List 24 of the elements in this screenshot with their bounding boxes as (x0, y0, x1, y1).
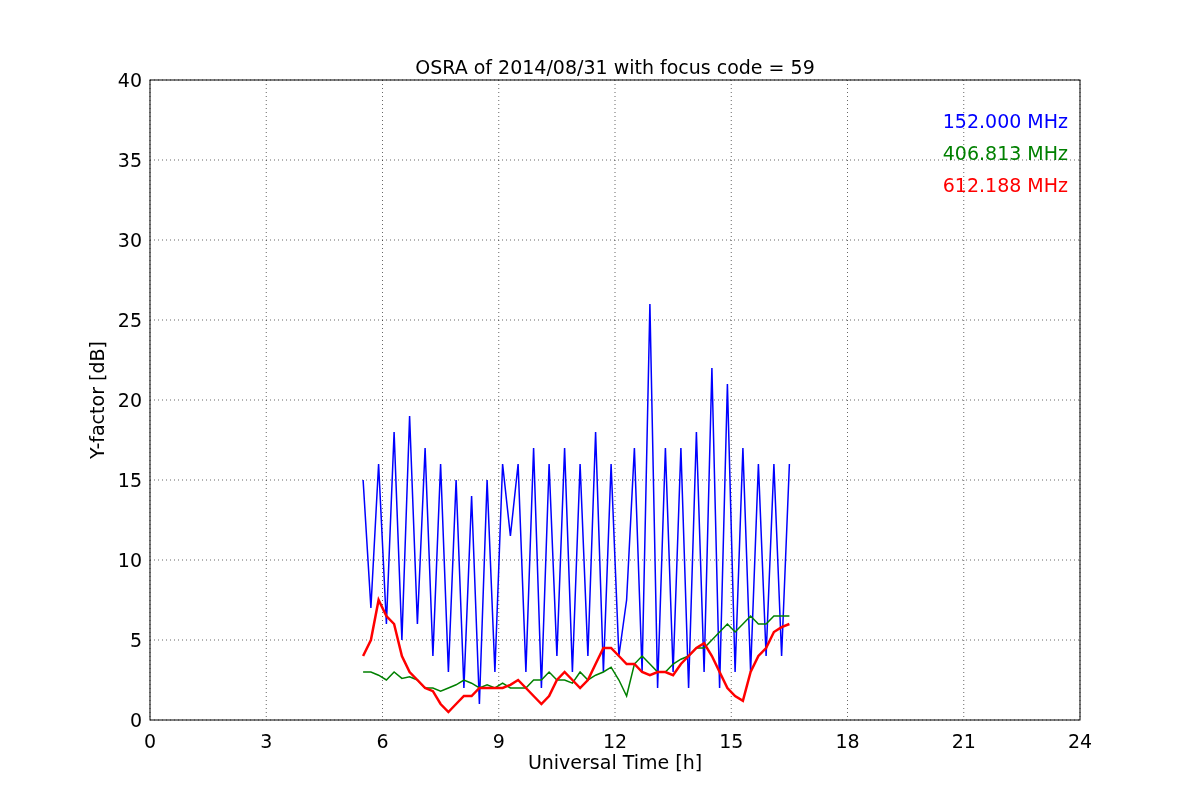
x-tick-label: 0 (143, 730, 157, 752)
legend-label: 612.188 MHz (942, 174, 1068, 196)
y-tick-label: 35 (117, 149, 142, 171)
x-axis-label: Universal Time [h] (527, 751, 703, 773)
legend-label: 406.813 MHz (942, 142, 1068, 164)
y-tick-label: 15 (117, 469, 142, 491)
y-tick-label: 5 (129, 629, 142, 651)
x-tick-label: 21 (951, 730, 976, 752)
x-tick-label: 18 (835, 730, 860, 752)
y-tick-label: 25 (117, 309, 142, 331)
y-tick-label: 0 (129, 709, 142, 731)
chart-title: OSRA of 2014/08/31 with focus code = 59 (415, 56, 815, 78)
legend-label: 152.000 MHz (942, 110, 1068, 132)
x-tick-label: 15 (719, 730, 744, 752)
y-tick-label: 30 (117, 229, 142, 251)
y-tick-label: 10 (117, 549, 142, 571)
y-axis-label: Y-factor [dB] (86, 341, 108, 459)
x-tick-label: 3 (260, 730, 273, 752)
x-tick-label: 6 (376, 730, 389, 752)
y-tick-label: 20 (117, 389, 142, 411)
x-tick-label: 9 (492, 730, 505, 752)
x-tick-label: 12 (602, 730, 628, 752)
y-tick-label: 40 (117, 69, 142, 91)
x-tick-label: 24 (1067, 730, 1093, 752)
